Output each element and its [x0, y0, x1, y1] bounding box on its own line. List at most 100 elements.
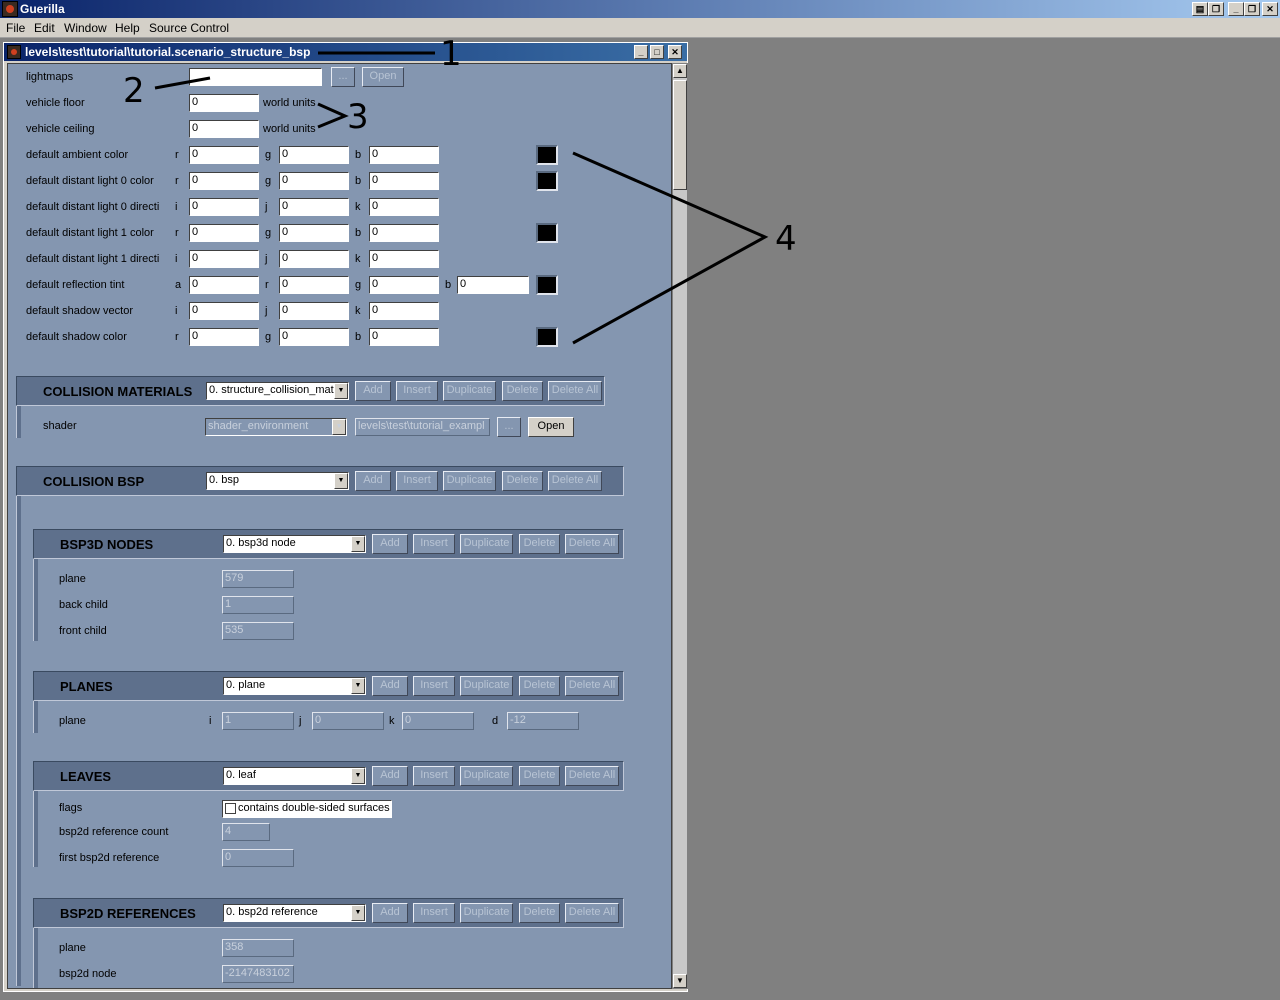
- leaves-add-button[interactable]: Add: [372, 766, 408, 786]
- dl0-r-field[interactable]: 0: [189, 172, 259, 190]
- bsp3d-nodes-select[interactable]: 0. bsp3d node ▼: [223, 535, 366, 553]
- lightmaps-field[interactable]: [189, 68, 322, 86]
- collision-materials-add-button[interactable]: Add: [355, 381, 391, 401]
- window-maximize-button[interactable]: □: [650, 45, 664, 59]
- reflection-tint-swatch[interactable]: [536, 275, 558, 295]
- chevron-down-icon[interactable]: ▼: [351, 768, 365, 784]
- app-restore-button[interactable]: ❐: [1244, 2, 1260, 16]
- collision-bsp-add-button[interactable]: Add: [355, 471, 391, 491]
- menu-file[interactable]: File: [6, 21, 25, 35]
- chevron-down-icon[interactable]: ▼: [351, 905, 365, 921]
- first-bsp2d-ref-field[interactable]: 0: [222, 849, 294, 867]
- chevron-down-icon[interactable]: ▼: [332, 419, 346, 435]
- lightmaps-open-button[interactable]: Open: [362, 67, 404, 87]
- ambient-color-swatch[interactable]: [536, 145, 558, 165]
- ambient-b-field[interactable]: 0: [369, 146, 439, 164]
- dl1-dir-k-field[interactable]: 0: [369, 250, 439, 268]
- leaves-select[interactable]: 0. leaf ▼: [223, 767, 366, 785]
- shader-type-select[interactable]: shader_environment ▼: [205, 418, 347, 436]
- bsp3d-nodes-duplicate-button[interactable]: Duplicate: [460, 534, 513, 554]
- app-cascade-icon[interactable]: ❐: [1208, 2, 1224, 16]
- dl1-b-field[interactable]: 0: [369, 224, 439, 242]
- bsp3d-plane-field[interactable]: 579: [222, 570, 294, 588]
- scroll-up-arrow-icon[interactable]: ▲: [673, 64, 687, 78]
- collision-bsp-select[interactable]: 0. bsp ▼: [206, 472, 349, 490]
- front-child-field[interactable]: 535: [222, 622, 294, 640]
- vertical-scrollbar[interactable]: ▲ ▼: [672, 63, 688, 989]
- collision-materials-select[interactable]: 0. structure_collision_mate ▼: [206, 382, 349, 400]
- distant-light-1-color-swatch[interactable]: [536, 223, 558, 243]
- shader-browse-button[interactable]: ...: [497, 417, 521, 437]
- menu-help[interactable]: Help: [115, 21, 140, 35]
- shadow-vec-i-field[interactable]: 0: [189, 302, 259, 320]
- leaves-insert-button[interactable]: Insert: [413, 766, 455, 786]
- leaves-duplicate-button[interactable]: Duplicate: [460, 766, 513, 786]
- bsp2d-node-field[interactable]: -2147483102: [222, 965, 294, 983]
- menu-window[interactable]: Window: [64, 21, 107, 35]
- vehicle-floor-field[interactable]: 0: [189, 94, 259, 112]
- flags-list[interactable]: contains double-sided surfaces: [222, 800, 392, 818]
- chevron-down-icon[interactable]: ▼: [334, 383, 348, 399]
- refl-r-field[interactable]: 0: [279, 276, 349, 294]
- collision-materials-delete-button[interactable]: Delete: [502, 381, 543, 401]
- shadow-vec-k-field[interactable]: 0: [369, 302, 439, 320]
- refl-b-field[interactable]: 0: [457, 276, 529, 294]
- tag-document-icon[interactable]: [7, 45, 21, 59]
- tag-window-titlebar[interactable]: levels\test\tutorial\tutorial.scenario_s…: [4, 43, 687, 61]
- shader-path-field[interactable]: levels\test\tutorial_exampl: [355, 418, 490, 436]
- planes-delete-button[interactable]: Delete: [519, 676, 560, 696]
- dl0-dir-j-field[interactable]: 0: [279, 198, 349, 216]
- bsp2d-references-insert-button[interactable]: Insert: [413, 903, 455, 923]
- guerilla-logo-icon[interactable]: [2, 1, 18, 17]
- bsp3d-nodes-add-button[interactable]: Add: [372, 534, 408, 554]
- ambient-g-field[interactable]: 0: [279, 146, 349, 164]
- planes-delete-all-button[interactable]: Delete All: [565, 676, 619, 696]
- shadow-color-swatch[interactable]: [536, 327, 558, 347]
- bsp2d-plane-field[interactable]: 358: [222, 939, 294, 957]
- plane-j-field[interactable]: 0: [312, 712, 384, 730]
- dl1-dir-j-field[interactable]: 0: [279, 250, 349, 268]
- app-close-button[interactable]: ✕: [1262, 2, 1278, 16]
- collision-bsp-duplicate-button[interactable]: Duplicate: [443, 471, 496, 491]
- leaves-delete-all-button[interactable]: Delete All: [565, 766, 619, 786]
- plane-d-field[interactable]: -12: [507, 712, 579, 730]
- bsp2d-ref-count-field[interactable]: 4: [222, 823, 270, 841]
- planes-duplicate-button[interactable]: Duplicate: [460, 676, 513, 696]
- planes-add-button[interactable]: Add: [372, 676, 408, 696]
- scrollbar-thumb[interactable]: [673, 80, 687, 190]
- planes-insert-button[interactable]: Insert: [413, 676, 455, 696]
- bsp2d-references-delete-all-button[interactable]: Delete All: [565, 903, 619, 923]
- double-sided-checkbox[interactable]: [225, 803, 236, 814]
- bsp3d-nodes-insert-button[interactable]: Insert: [413, 534, 455, 554]
- shadow-g-field[interactable]: 0: [279, 328, 349, 346]
- bsp2d-references-add-button[interactable]: Add: [372, 903, 408, 923]
- shader-open-button[interactable]: Open: [528, 417, 574, 437]
- collision-materials-insert-button[interactable]: Insert: [396, 381, 438, 401]
- shadow-vec-j-field[interactable]: 0: [279, 302, 349, 320]
- chevron-down-icon[interactable]: ▼: [351, 536, 365, 552]
- dl0-b-field[interactable]: 0: [369, 172, 439, 190]
- dl1-g-field[interactable]: 0: [279, 224, 349, 242]
- menu-edit[interactable]: Edit: [34, 21, 55, 35]
- bsp2d-references-duplicate-button[interactable]: Duplicate: [460, 903, 513, 923]
- bsp3d-nodes-delete-all-button[interactable]: Delete All: [565, 534, 619, 554]
- shadow-b-field[interactable]: 0: [369, 328, 439, 346]
- refl-a-field[interactable]: 0: [189, 276, 259, 294]
- window-close-button[interactable]: ✕: [668, 45, 682, 59]
- back-child-field[interactable]: 1: [222, 596, 294, 614]
- bsp3d-nodes-delete-button[interactable]: Delete: [519, 534, 560, 554]
- collision-materials-delete-all-button[interactable]: Delete All: [548, 381, 602, 401]
- dl1-r-field[interactable]: 0: [189, 224, 259, 242]
- lightmaps-browse-button[interactable]: ...: [331, 67, 355, 87]
- plane-i-field[interactable]: 1: [222, 712, 294, 730]
- distant-light-0-color-swatch[interactable]: [536, 171, 558, 191]
- app-tile-icon[interactable]: ▤: [1192, 2, 1208, 16]
- plane-k-field[interactable]: 0: [402, 712, 474, 730]
- chevron-down-icon[interactable]: ▼: [351, 678, 365, 694]
- dl1-dir-i-field[interactable]: 0: [189, 250, 259, 268]
- menu-source-control[interactable]: Source Control: [149, 21, 229, 35]
- ambient-r-field[interactable]: 0: [189, 146, 259, 164]
- collision-bsp-delete-all-button[interactable]: Delete All: [548, 471, 602, 491]
- chevron-down-icon[interactable]: ▼: [334, 473, 348, 489]
- collision-materials-duplicate-button[interactable]: Duplicate: [443, 381, 496, 401]
